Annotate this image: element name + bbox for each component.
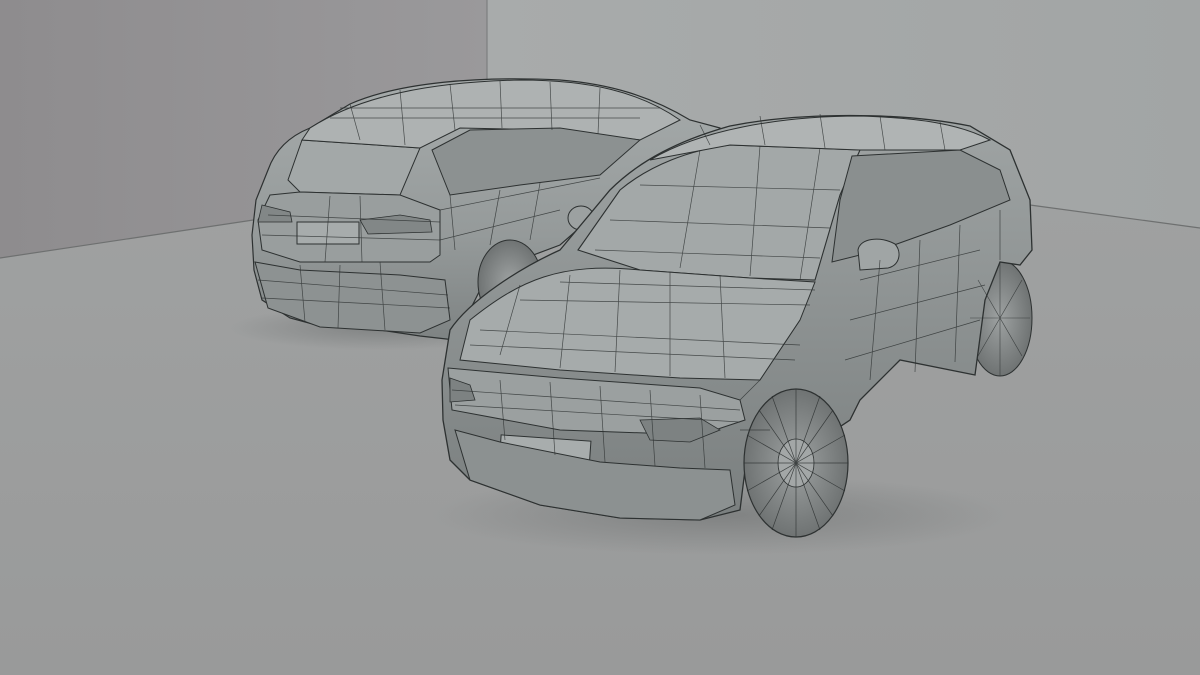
front-suv-mirror [857, 238, 900, 271]
front-wheel-spokes [744, 389, 848, 537]
rear-window [287, 139, 421, 196]
scene-render [0, 0, 1200, 675]
3d-viewport[interactable] [0, 0, 1200, 675]
